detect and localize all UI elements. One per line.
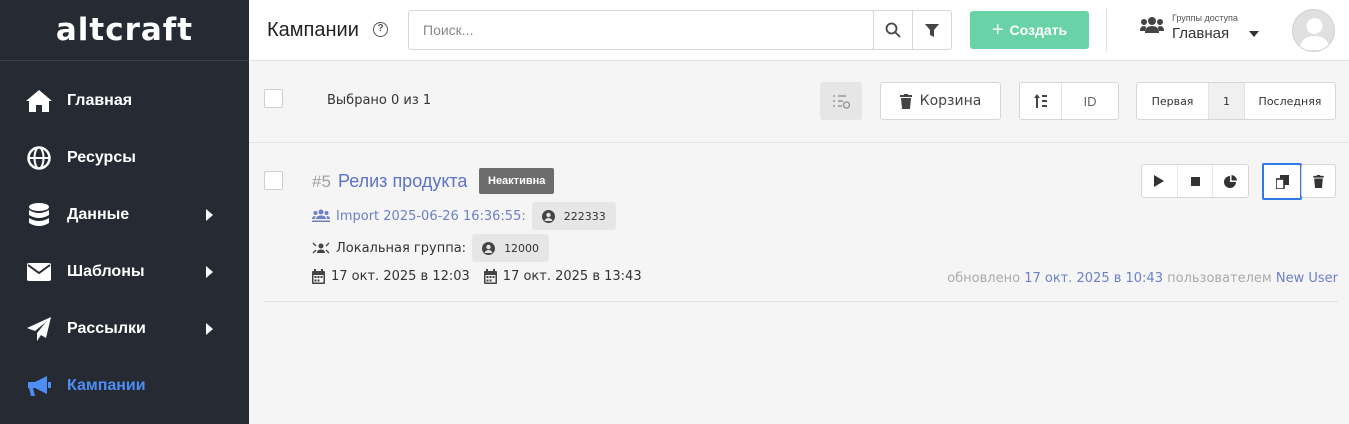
trash-button[interactable]: Корзина	[880, 82, 1001, 120]
globe-icon	[25, 144, 53, 172]
campaign-row: #5 Релиз продукта Неактивна Import 2025-…	[264, 143, 1338, 302]
users-group-dashed-icon	[312, 242, 330, 254]
database-icon	[25, 201, 53, 229]
users-group-icon	[312, 209, 330, 222]
copy-button[interactable]	[1262, 163, 1302, 200]
pie-chart-icon	[1224, 174, 1238, 188]
trash-icon	[899, 93, 912, 109]
chevron-right-icon	[206, 208, 213, 221]
select-all-checkbox[interactable]	[264, 89, 283, 108]
start-date: 17 окт. 2025 в 12:03	[312, 269, 470, 284]
home-icon	[25, 87, 53, 115]
delete-button[interactable]	[1301, 164, 1336, 198]
page-first-button[interactable]: Первая	[1137, 83, 1209, 119]
filter-button[interactable]	[912, 10, 952, 50]
list-settings-icon	[833, 95, 850, 109]
row-checkbox[interactable]	[264, 171, 283, 190]
access-groups-value: Главная	[1172, 25, 1230, 42]
page-last-button[interactable]: Последняя	[1245, 83, 1335, 119]
calendar-icon	[483, 269, 497, 284]
campaign-id: #5	[312, 172, 331, 191]
sidebar-item-templates[interactable]: Шаблоны	[0, 243, 249, 300]
copy-icon	[1275, 174, 1289, 189]
local-group-count-pill: 12000	[472, 234, 550, 262]
create-button-label: Создать	[1009, 22, 1068, 38]
sort-direction-button[interactable]	[1020, 83, 1062, 119]
stop-button[interactable]	[1178, 165, 1214, 197]
avatar[interactable]	[1292, 9, 1335, 52]
import-link[interactable]: Import 2025-06-26 16:36:55:	[336, 209, 526, 224]
sidebar-item-label: Шаблоны	[67, 262, 145, 280]
updated-date: 17 окт. 2025 в 10:43	[1024, 271, 1163, 286]
paper-plane-icon	[25, 315, 53, 343]
sidebar-item-label: Рассылки	[67, 319, 146, 337]
divider	[1106, 8, 1107, 52]
updated-info: обновлено 17 окт. 2025 в 10:43 пользоват…	[947, 271, 1338, 286]
dates-line: 17 окт. 2025 в 12:03 17 окт. 2025 в 13:4…	[312, 269, 642, 284]
sidebar-item-label: Главная	[67, 91, 133, 109]
play-icon	[1154, 175, 1165, 187]
status-badge: Неактивна	[479, 168, 555, 194]
filter-icon	[925, 24, 939, 37]
start-date-text: 17 окт. 2025 в 12:03	[331, 269, 470, 284]
search-icon	[885, 22, 901, 38]
logo-text: altcraft	[55, 12, 194, 48]
local-group-label: Локальная группа:	[336, 240, 467, 256]
import-line: Import 2025-06-26 16:36:55: 222333	[312, 202, 616, 230]
import-count: 222333	[563, 209, 606, 223]
campaign-actions	[1141, 164, 1249, 198]
stop-icon	[1190, 176, 1200, 186]
sidebar-item-label: Ресурсы	[67, 148, 136, 166]
access-groups-caption: Группы доступа	[1172, 13, 1238, 23]
import-count-pill: 222333	[531, 202, 616, 230]
sidebar-item-mailings[interactable]: Рассылки	[0, 300, 249, 357]
search-input[interactable]	[408, 10, 874, 50]
updated-by-prefix: пользователем	[1167, 271, 1272, 286]
envelope-icon	[25, 258, 53, 286]
selected-count: Выбрано 0 из 1	[327, 93, 432, 108]
sidebar-item-campaigns[interactable]: Кампании	[0, 357, 249, 414]
updated-user-link[interactable]: New User	[1276, 271, 1338, 286]
help-icon[interactable]: ?	[373, 22, 388, 37]
users-icon	[1140, 17, 1164, 33]
sidebar: altcraft Главная Ресурсы Данные Шаблоны …	[0, 0, 249, 424]
megaphone-icon	[25, 372, 53, 400]
access-groups-dropdown[interactable]: Группы доступа Главная	[1140, 10, 1270, 50]
user-circle-icon	[482, 241, 496, 255]
updated-prefix: обновлено	[947, 271, 1021, 286]
sidebar-item-home[interactable]: Главная	[0, 72, 249, 129]
end-date: 17 окт. 2025 в 13:43	[483, 269, 642, 284]
list-toolbar: Выбрано 0 из 1 Корзина ID Первая 1 После…	[249, 61, 1349, 143]
sort-icon	[1033, 94, 1047, 108]
stats-button[interactable]	[1213, 165, 1248, 197]
caret-down-icon	[1249, 31, 1259, 37]
end-date-text: 17 окт. 2025 в 13:43	[502, 269, 642, 284]
trash-button-label: Корзина	[919, 93, 982, 109]
logo[interactable]: altcraft	[0, 0, 249, 61]
sidebar-item-resources[interactable]: Ресурсы	[0, 129, 249, 186]
pagination: Первая 1 Последняя	[1136, 82, 1336, 120]
calendar-icon	[312, 269, 325, 284]
user-circle-icon	[541, 209, 555, 223]
sidebar-item-label: Кампании	[67, 376, 146, 394]
search-button[interactable]	[873, 10, 913, 50]
page-number-button[interactable]: 1	[1209, 83, 1245, 119]
chevron-right-icon	[206, 322, 213, 335]
create-button[interactable]: + Создать	[970, 11, 1089, 49]
plus-icon: +	[991, 19, 1004, 41]
sort-control: ID	[1019, 82, 1119, 120]
sort-field-button[interactable]: ID	[1062, 83, 1118, 119]
local-group-count: 12000	[504, 241, 540, 255]
page-title: Кампании	[267, 19, 359, 41]
bulk-actions-button[interactable]	[820, 82, 862, 120]
local-group-line: Локальная группа: 12000	[312, 234, 550, 262]
top-header: Кампании ? + Создать Группы доступа Глав…	[249, 0, 1349, 61]
start-button[interactable]	[1142, 165, 1178, 197]
sidebar-item-label: Данные	[67, 205, 130, 223]
trash-icon	[1313, 174, 1324, 188]
sidebar-item-data[interactable]: Данные	[0, 186, 249, 243]
campaign-name-link[interactable]: Релиз продукта	[338, 171, 467, 192]
chevron-right-icon	[206, 265, 213, 278]
